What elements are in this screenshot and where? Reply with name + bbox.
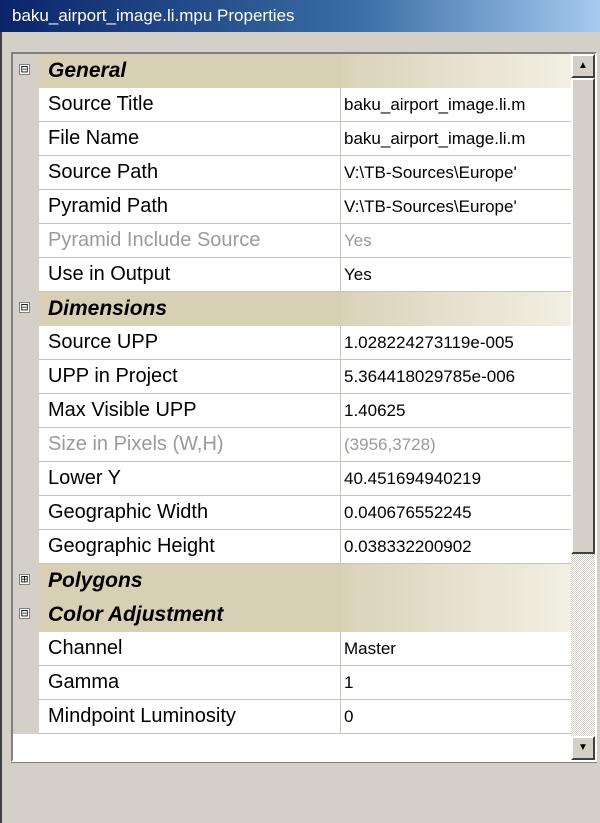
property-row[interactable]: File Name baku_airport_image.li.m bbox=[13, 122, 573, 156]
property-row[interactable]: Source UPP 1.028224273119e-005 bbox=[13, 326, 573, 360]
row-margin bbox=[13, 360, 39, 394]
row-margin: ⊞ bbox=[13, 564, 39, 598]
property-row[interactable]: Geographic Height 0.038332200902 bbox=[13, 530, 573, 564]
property-name: Source Title bbox=[39, 88, 341, 122]
row-margin bbox=[13, 496, 39, 530]
property-name: Mindpoint Luminosity bbox=[39, 700, 341, 734]
property-value: Yes bbox=[344, 231, 372, 250]
category-row[interactable]: ⊟ Color Adjustment bbox=[13, 598, 573, 632]
property-value[interactable]: 40.451694940219 bbox=[341, 462, 573, 496]
category-value-cell bbox=[341, 564, 573, 598]
property-value[interactable]: 1 bbox=[341, 666, 573, 700]
category-row[interactable]: ⊟ General bbox=[13, 54, 573, 88]
row-margin: ⊟ bbox=[13, 598, 39, 632]
property-name: Geographic Width bbox=[39, 496, 341, 530]
property-name: Max Visible UPP bbox=[39, 394, 341, 428]
category-row[interactable]: ⊞ Polygons bbox=[13, 564, 573, 598]
row-margin bbox=[13, 156, 39, 190]
category-value-cell bbox=[341, 292, 573, 326]
property-name: Geographic Height bbox=[39, 530, 341, 564]
scroll-down-button[interactable]: ▼ bbox=[571, 736, 595, 760]
category-label: Color Adjustment bbox=[39, 598, 341, 632]
property-row[interactable]: Use in Output Yes bbox=[13, 258, 573, 292]
category-row[interactable]: ⊟ Dimensions bbox=[13, 292, 573, 326]
property-row[interactable]: Size in Pixels (W,H) (3956,3728) bbox=[13, 428, 573, 462]
property-value[interactable]: Yes bbox=[341, 258, 573, 292]
property-value[interactable]: V:\TB-Sources\Europe' bbox=[341, 156, 573, 190]
property-row[interactable]: Source Path V:\TB-Sources\Europe' bbox=[13, 156, 573, 190]
collapse-icon[interactable]: ⊟ bbox=[19, 607, 30, 619]
property-name: Source UPP bbox=[39, 326, 341, 360]
scroll-thumb[interactable] bbox=[571, 78, 595, 554]
property-value[interactable]: baku_airport_image.li.m bbox=[341, 88, 573, 122]
property-grid-frame: ⊟ General Source Title baku_airport_image.l… bbox=[11, 52, 597, 762]
property-name: UPP in Project bbox=[39, 360, 341, 394]
row-margin bbox=[13, 530, 39, 564]
property-name: Channel bbox=[39, 632, 341, 666]
property-row[interactable]: Lower Y 40.451694940219 bbox=[13, 462, 573, 496]
row-margin bbox=[13, 428, 39, 462]
row-margin bbox=[13, 88, 39, 122]
property-row[interactable]: Mindpoint Luminosity 0 bbox=[13, 700, 573, 734]
row-margin bbox=[13, 462, 39, 496]
property-value[interactable]: baku_airport_image.li.m bbox=[341, 122, 573, 156]
row-margin bbox=[13, 224, 39, 258]
property-name: Source Path bbox=[39, 156, 341, 190]
property-name: Use in Output bbox=[39, 258, 341, 292]
category-label: General bbox=[39, 54, 341, 88]
property-row[interactable]: Max Visible UPP 1.40625 bbox=[13, 394, 573, 428]
row-margin bbox=[13, 122, 39, 156]
property-value[interactable]: 1.40625 bbox=[341, 394, 573, 428]
property-name: Size in Pixels (W,H) bbox=[39, 428, 341, 462]
property-name: Lower Y bbox=[39, 462, 341, 496]
scroll-up-button[interactable]: ▲ bbox=[571, 54, 595, 78]
property-name: Pyramid Path bbox=[39, 190, 341, 224]
property-row[interactable]: Channel Master bbox=[13, 632, 573, 666]
property-value[interactable]: 1.028224273119e-005 bbox=[341, 326, 573, 360]
window-left-edge bbox=[0, 32, 2, 823]
row-margin bbox=[13, 326, 39, 360]
row-margin bbox=[13, 190, 39, 224]
property-row[interactable]: Gamma 1 bbox=[13, 666, 573, 700]
row-margin bbox=[13, 258, 39, 292]
property-row[interactable]: Source Title baku_airport_image.li.m bbox=[13, 88, 573, 122]
row-margin: ⊟ bbox=[13, 292, 39, 326]
property-row[interactable]: Geographic Width 0.040676552245 bbox=[13, 496, 573, 530]
category-value-cell bbox=[341, 598, 573, 632]
category-value-cell bbox=[341, 54, 573, 88]
property-value[interactable]: 0.040676552245 bbox=[341, 496, 573, 530]
property-row[interactable]: Pyramid Path V:\TB-Sources\Europe' bbox=[13, 190, 573, 224]
property-value: (3956,3728) bbox=[344, 435, 436, 454]
category-label: Polygons bbox=[39, 564, 341, 598]
description-pane bbox=[11, 762, 597, 823]
window-title: baku_airport_image.li.mpu Properties bbox=[0, 0, 600, 32]
property-name: Pyramid Include Source bbox=[39, 224, 341, 258]
property-value[interactable]: 5.364418029785e-006 bbox=[341, 360, 573, 394]
property-row[interactable]: Pyramid Include Source Yes bbox=[13, 224, 573, 258]
row-margin bbox=[13, 394, 39, 428]
collapse-icon[interactable]: ⊟ bbox=[19, 301, 30, 313]
property-grid[interactable]: ⊟ General Source Title baku_airport_image.l… bbox=[13, 54, 573, 760]
property-value[interactable]: 0 bbox=[341, 700, 573, 734]
collapse-icon[interactable]: ⊟ bbox=[19, 63, 30, 75]
row-margin bbox=[13, 700, 39, 734]
property-row[interactable]: UPP in Project 5.364418029785e-006 bbox=[13, 360, 573, 394]
row-margin bbox=[13, 666, 39, 700]
row-margin: ⊟ bbox=[13, 54, 39, 88]
property-name: File Name bbox=[39, 122, 341, 156]
category-label: Dimensions bbox=[39, 292, 341, 326]
property-name: Gamma bbox=[39, 666, 341, 700]
property-value[interactable]: Master bbox=[341, 632, 573, 666]
vertical-scrollbar[interactable]: ▲ ▼ bbox=[571, 54, 595, 760]
property-value[interactable]: 0.038332200902 bbox=[341, 530, 573, 564]
row-margin bbox=[13, 632, 39, 666]
property-value[interactable]: V:\TB-Sources\Europe' bbox=[341, 190, 573, 224]
expand-icon[interactable]: ⊞ bbox=[19, 573, 30, 585]
